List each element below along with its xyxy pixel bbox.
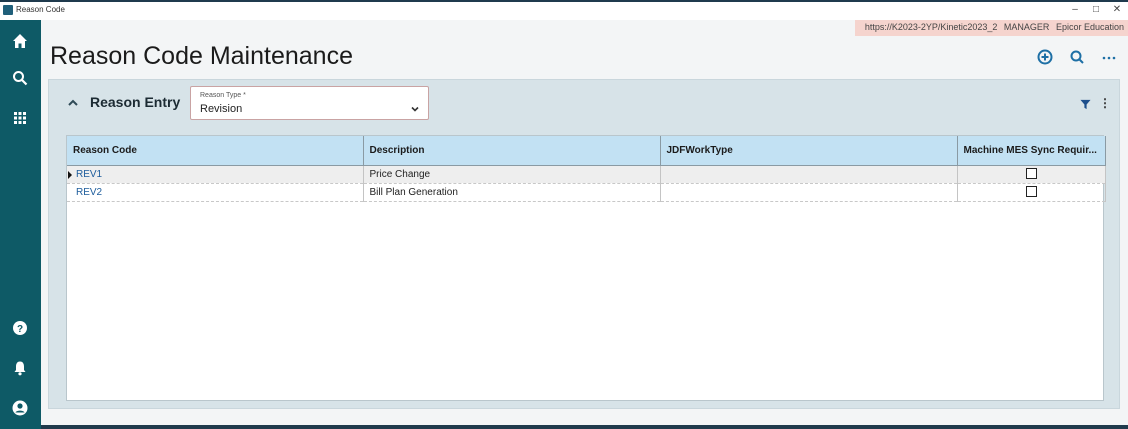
kebab-menu-icon[interactable]: ⋮ — [1099, 97, 1111, 109]
jdfworktype-cell[interactable] — [660, 165, 958, 184]
notifications-icon[interactable] — [9, 357, 31, 379]
window-title: Reason Code — [16, 5, 65, 14]
chevron-up-icon[interactable] — [67, 96, 79, 108]
help-icon[interactable]: ? — [9, 317, 31, 339]
panel-title: Reason Entry — [90, 94, 181, 110]
company-name: Epicor Education — [1055, 22, 1124, 32]
description-cell[interactable]: Bill Plan Generation — [363, 183, 661, 202]
reason-type-label: Reason Type * — [200, 92, 246, 99]
mes-sync-cell[interactable] — [957, 183, 1106, 202]
description-cell[interactable]: Price Change — [363, 165, 661, 184]
server-url: https://K2023-2YP/Kinetic2023_2 — [864, 22, 998, 32]
svg-text:?: ? — [17, 324, 23, 335]
filter-icon[interactable] — [1080, 97, 1092, 110]
minimize-button[interactable]: – — [1068, 4, 1082, 15]
column-header-reason-code[interactable]: Reason Code — [67, 136, 364, 166]
table-row[interactable]: REV2 Bill Plan Generation — [67, 183, 1106, 202]
current-user: MANAGER — [1003, 22, 1050, 32]
column-header-jdfworktype[interactable]: JDFWorkType — [660, 136, 958, 166]
close-button[interactable]: ✕ — [1110, 4, 1124, 15]
page-toolbar — [1036, 48, 1118, 66]
more-icon[interactable] — [1100, 48, 1118, 66]
chevron-down-icon — [410, 101, 420, 112]
reason-code-link[interactable]: REV1 — [76, 169, 102, 180]
taskbar-strip — [41, 425, 1128, 429]
reason-code-link[interactable]: REV2 — [76, 187, 102, 198]
maximize-button[interactable]: □ — [1089, 4, 1103, 15]
mes-sync-cell[interactable] — [957, 165, 1106, 184]
reason-code-cell[interactable]: REV2 — [67, 183, 364, 202]
reason-type-value: Revision — [200, 103, 243, 115]
reason-code-grid: Reason Code Description JDFWorkType Mach… — [66, 135, 1106, 401]
reason-code-cell[interactable]: REV1 — [67, 165, 364, 184]
column-header-mes-sync[interactable]: Machine MES Sync Requir... — [957, 136, 1106, 166]
sidebar: ? — [0, 20, 41, 429]
add-icon[interactable] — [1036, 48, 1054, 66]
panel-header: Reason Entry Reason Type * Revision ⋮ — [49, 80, 1119, 126]
app-icon — [3, 5, 13, 15]
window-titlebar: Reason Code – □ ✕ — [0, 0, 1128, 20]
apps-grid-icon[interactable] — [9, 107, 31, 129]
reason-entry-panel: Reason Entry Reason Type * Revision ⋮ Re… — [48, 79, 1120, 409]
search-icon[interactable] — [1068, 48, 1086, 66]
environment-info: https://K2023-2YP/Kinetic2023_2 MANAGER … — [854, 20, 1128, 36]
reason-type-select[interactable]: Reason Type * Revision — [190, 86, 429, 120]
mes-sync-checkbox[interactable] — [1025, 168, 1037, 180]
jdfworktype-cell[interactable] — [660, 183, 958, 202]
mes-sync-checkbox[interactable] — [1025, 186, 1037, 198]
grid-header-row: Reason Code Description JDFWorkType Mach… — [67, 136, 1106, 166]
table-row[interactable]: REV1 Price Change — [67, 165, 1106, 184]
search-icon[interactable] — [9, 67, 31, 89]
home-icon[interactable] — [9, 30, 31, 52]
page-title: Reason Code Maintenance — [50, 42, 353, 70]
account-icon[interactable] — [9, 397, 31, 419]
current-row-indicator — [68, 170, 72, 179]
column-header-description[interactable]: Description — [363, 136, 661, 166]
